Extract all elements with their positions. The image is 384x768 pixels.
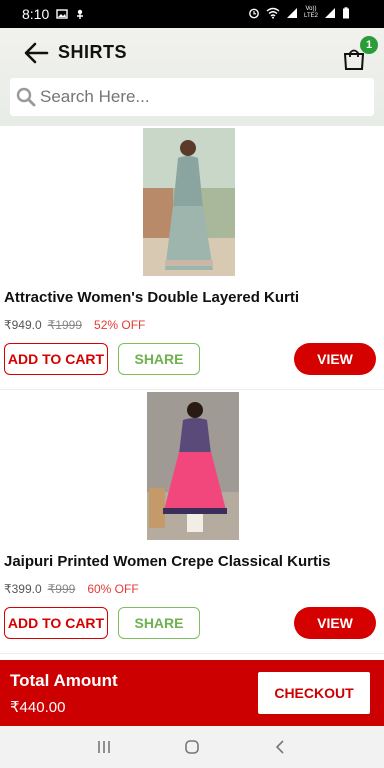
status-time: 8:10 xyxy=(22,6,50,22)
product-mrp: ₹999 xyxy=(47,582,76,596)
system-back-button[interactable] xyxy=(260,732,300,762)
recents-button[interactable] xyxy=(84,732,124,762)
total-amount-label: Total Amount xyxy=(10,671,118,690)
share-button[interactable]: SHARE xyxy=(118,607,200,639)
product-name: Jaipuri Printed Women Crepe Classical Ku… xyxy=(4,553,331,570)
product-image[interactable] xyxy=(143,128,235,276)
share-button[interactable]: SHARE xyxy=(118,343,200,375)
product-image[interactable] xyxy=(147,392,239,540)
status-bar: 8:10 Vo)) LTE2 xyxy=(0,0,384,28)
checkout-bar: Total Amount ₹440.00 CHECKOUT xyxy=(0,660,384,726)
signal-icon xyxy=(287,8,297,18)
product-discount: 60% OFF xyxy=(87,582,139,596)
checkout-button[interactable]: CHECKOUT xyxy=(258,672,370,714)
usb-icon xyxy=(77,9,83,19)
view-button[interactable]: VIEW xyxy=(294,607,376,639)
notification-icons xyxy=(56,8,86,20)
price-row: ₹399.0 ₹999 60% OFF xyxy=(4,582,139,596)
network-label: Vo)) LTE2 xyxy=(304,6,318,19)
search-input[interactable] xyxy=(40,87,360,107)
alarm-icon xyxy=(249,8,259,19)
system-nav-bar xyxy=(0,726,384,768)
page-title: SHIRTS xyxy=(58,42,128,62)
back-button[interactable] xyxy=(22,40,50,66)
price-row: ₹949.0 ₹1999 52% OFF xyxy=(4,318,145,332)
image-icon xyxy=(56,9,68,19)
home-button[interactable] xyxy=(172,732,212,762)
product-card[interactable]: Jaipuri Printed Women Crepe Classical Ku… xyxy=(0,390,384,654)
add-to-cart-button[interactable]: ADD TO CART xyxy=(4,607,108,639)
product-discount: 52% OFF xyxy=(94,318,146,332)
system-icons: Vo)) LTE2 xyxy=(248,6,350,20)
product-list[interactable]: Attractive Women's Double Layered Kurti … xyxy=(0,126,384,660)
search-bar[interactable] xyxy=(10,78,374,116)
signal-icon-2 xyxy=(325,8,335,18)
product-price: ₹949.0 xyxy=(4,318,42,332)
back-icon xyxy=(275,740,284,754)
home-icon xyxy=(185,740,199,754)
recents-icon xyxy=(98,741,110,753)
cart-count-badge: 1 xyxy=(360,36,378,54)
total-amount-value: ₹440.00 xyxy=(10,699,66,716)
product-name: Attractive Women's Double Layered Kurti xyxy=(4,289,300,306)
product-price: ₹399.0 xyxy=(4,582,42,596)
product-card[interactable]: Attractive Women's Double Layered Kurti … xyxy=(0,126,384,390)
add-to-cart-button[interactable]: ADD TO CART xyxy=(4,343,108,375)
wifi-icon xyxy=(266,7,280,19)
app-header: SHIRTS 1 xyxy=(0,28,384,126)
view-button[interactable]: VIEW xyxy=(294,343,376,375)
back-arrow-icon xyxy=(24,42,49,64)
product-mrp: ₹1999 xyxy=(47,318,83,332)
search-icon xyxy=(16,87,36,107)
battery-icon xyxy=(343,7,349,19)
